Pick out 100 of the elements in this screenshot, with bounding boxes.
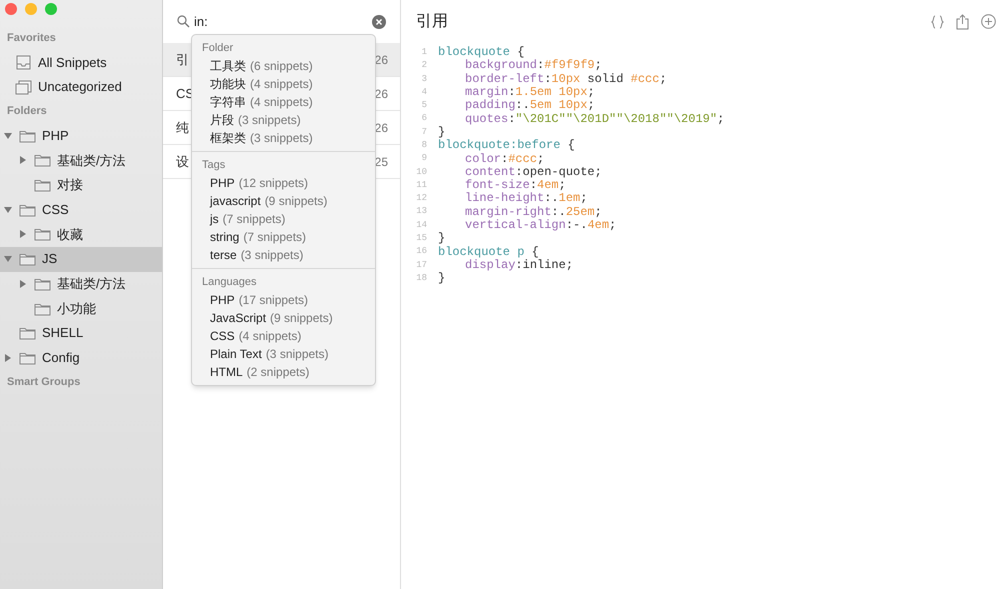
collapse-triangle-icon[interactable] bbox=[4, 132, 12, 140]
expand-triangle-icon[interactable] bbox=[19, 156, 27, 164]
search-icon bbox=[177, 15, 190, 28]
line-number: 3 bbox=[420, 72, 428, 86]
code-line: } bbox=[437, 232, 446, 246]
sidebar-item[interactable]: 基础类/方法 bbox=[0, 148, 162, 173]
sidebar-item[interactable]: PHP bbox=[0, 123, 162, 148]
code-line: } bbox=[437, 126, 446, 139]
popup-option[interactable]: PHP (12 snippets) bbox=[192, 174, 375, 192]
line-number: 2 bbox=[420, 59, 428, 72]
expand-triangle-icon[interactable] bbox=[19, 230, 27, 238]
code-line: border-left:10px solid #ccc; bbox=[464, 72, 667, 86]
line-number: 6 bbox=[420, 112, 428, 126]
code-line: padding:.5em 10px; bbox=[464, 99, 595, 112]
line-number: 8 bbox=[420, 138, 428, 152]
expand-triangle-icon[interactable] bbox=[4, 354, 12, 362]
folder-icon bbox=[34, 153, 51, 168]
search-field[interactable]: in: bbox=[194, 12, 368, 32]
popup-option[interactable]: 框架类 (3 snippets) bbox=[192, 129, 375, 147]
snippet-date: 26 bbox=[374, 120, 388, 136]
line-number: 14 bbox=[415, 218, 428, 232]
folder-icon bbox=[19, 128, 36, 143]
line-number: 11 bbox=[415, 178, 428, 192]
expand-triangle-icon[interactable] bbox=[19, 280, 27, 288]
popup-option[interactable]: Plain Text (3 snippets) bbox=[192, 345, 375, 363]
line-number: 1 bbox=[420, 46, 428, 59]
line-number: 12 bbox=[415, 192, 428, 206]
code-line: vertical-align:-.4em; bbox=[464, 219, 616, 232]
popup-option[interactable]: PHP (17 snippets) bbox=[192, 291, 375, 309]
folder-icon bbox=[19, 326, 36, 340]
folder-icon bbox=[19, 252, 36, 266]
sidebar-item[interactable]: All Snippets bbox=[0, 50, 162, 75]
code-line: font-size:4em; bbox=[464, 179, 566, 192]
sidebar-item[interactable]: Uncategorized bbox=[0, 74, 162, 100]
section-heading: Favorites bbox=[6, 30, 57, 46]
code-line: margin:1.5em 10px; bbox=[464, 86, 595, 100]
folder-icon bbox=[34, 227, 51, 242]
snippet-title: 引用 bbox=[416, 12, 448, 32]
code-line: blockquote:before { bbox=[437, 139, 575, 152]
code-line: color:#ccc; bbox=[464, 152, 544, 166]
sidebar-item[interactable]: 收藏 bbox=[0, 222, 162, 247]
code-line: margin-right:.25em; bbox=[464, 206, 602, 219]
sidebar-item[interactable]: CSS bbox=[0, 197, 162, 222]
code-line: blockquote p { bbox=[437, 246, 539, 259]
popup-option[interactable]: 片段 (3 snippets) bbox=[192, 111, 375, 129]
tray-icon bbox=[15, 54, 32, 70]
popup-section-heading: Languages bbox=[201, 274, 258, 290]
line-number: 9 bbox=[420, 152, 428, 166]
code-line: display:inline; bbox=[464, 258, 574, 272]
sidebar-item[interactable]: JS bbox=[0, 246, 162, 272]
popup-option[interactable]: terse (3 snippets) bbox=[192, 246, 375, 264]
popup-option[interactable]: string (7 snippets) bbox=[192, 228, 375, 246]
folder-icon bbox=[19, 350, 36, 365]
collapse-triangle-icon[interactable] bbox=[4, 255, 12, 264]
snippet-date: 26 bbox=[374, 86, 388, 102]
section-heading: Smart Groups bbox=[6, 375, 82, 390]
folder-icon bbox=[34, 178, 51, 192]
sidebar-item[interactable]: 对接 bbox=[0, 172, 162, 198]
clear-icon[interactable] bbox=[372, 14, 386, 28]
sidebar-item[interactable]: SHELL bbox=[0, 320, 162, 346]
snippet-date: 26 bbox=[374, 52, 388, 68]
snippet-title: 引 bbox=[176, 50, 189, 69]
popup-section-heading: Folder bbox=[201, 40, 234, 56]
line-number: 18 bbox=[415, 272, 428, 285]
code-line: blockquote { bbox=[437, 46, 524, 60]
line-number: 7 bbox=[420, 126, 428, 139]
sidebar-item[interactable]: 小功能 bbox=[0, 296, 162, 321]
zoom-window-button[interactable] bbox=[45, 3, 57, 15]
popup-option[interactable]: 字符串 (4 snippets) bbox=[192, 93, 375, 111]
popup-option[interactable]: javascript (9 snippets) bbox=[192, 192, 375, 210]
line-number: 4 bbox=[420, 86, 428, 99]
line-number: 5 bbox=[420, 99, 428, 112]
code-line: background:#f9f9f9; bbox=[464, 59, 602, 72]
folder-icon bbox=[34, 276, 51, 291]
line-number: 10 bbox=[415, 166, 428, 179]
snippet-title: 纯 bbox=[176, 118, 189, 137]
stack-icon bbox=[15, 80, 32, 95]
popup-option[interactable]: JavaScript (9 snippets) bbox=[192, 309, 375, 327]
add-icon[interactable] bbox=[981, 14, 996, 29]
code-line: quotes:"\201C""\201D""\2018""\2019"; bbox=[464, 112, 724, 126]
line-number: 13 bbox=[415, 205, 428, 218]
popup-option[interactable]: js (7 snippets) bbox=[192, 210, 375, 228]
popup-option[interactable]: 工具类 (6 snippets) bbox=[192, 57, 375, 75]
popup-section-heading: Tags bbox=[201, 158, 226, 173]
collapse-triangle-icon[interactable] bbox=[4, 206, 12, 214]
folder-icon bbox=[19, 202, 36, 217]
code-line: line-height:.1em; bbox=[464, 192, 588, 206]
popup-option[interactable]: CSS (4 snippets) bbox=[192, 327, 375, 345]
share-icon[interactable] bbox=[956, 14, 969, 30]
popup-option[interactable]: HTML (2 snippets) bbox=[192, 363, 375, 381]
snippet-title: 设 bbox=[176, 152, 189, 171]
line-number: 16 bbox=[415, 245, 428, 258]
sidebar-item[interactable]: 基础类/方法 bbox=[0, 272, 162, 296]
line-number: 17 bbox=[415, 258, 428, 272]
popup-option[interactable]: 功能块 (4 snippets) bbox=[192, 75, 375, 93]
close-window-button[interactable] bbox=[5, 3, 17, 15]
code-line: } bbox=[437, 272, 446, 286]
section-heading: Folders bbox=[6, 104, 48, 120]
braces-icon[interactable] bbox=[931, 14, 944, 28]
sidebar-item[interactable]: Config bbox=[0, 346, 162, 370]
